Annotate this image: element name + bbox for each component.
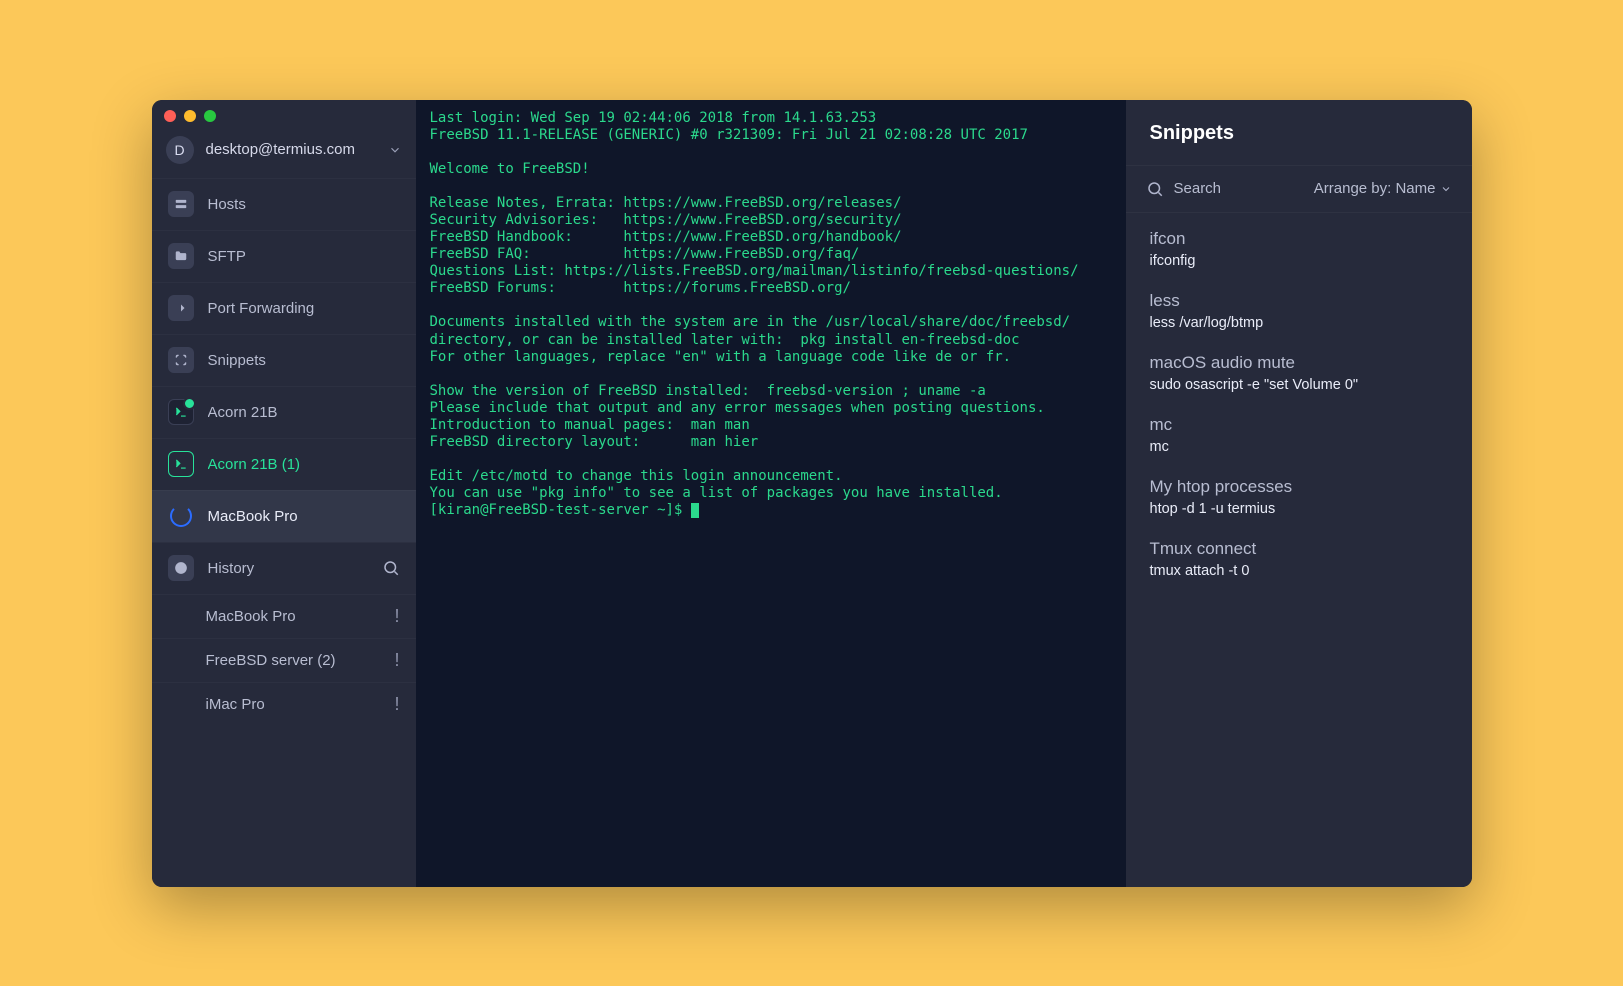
snippet-command: sudo osascript -e "set Volume 0"	[1150, 377, 1448, 393]
panel-toolbar: Search Arrange by: Name	[1126, 166, 1472, 213]
account-label: desktop@termius.com	[206, 141, 376, 158]
port-forwarding-icon	[168, 295, 194, 321]
search-icon[interactable]	[382, 559, 400, 577]
snippet-title: ifcon	[1150, 229, 1448, 249]
nav-label: Snippets	[208, 352, 400, 369]
session-label: Acorn 21B (1)	[208, 456, 400, 473]
alert-icon: !	[394, 694, 399, 715]
snippet-command: ifconfig	[1150, 253, 1448, 269]
snippet-title: mc	[1150, 415, 1448, 435]
nav-label: SFTP	[208, 248, 400, 265]
history-item[interactable]: iMac Pro !	[152, 682, 416, 726]
close-window-button[interactable]	[164, 110, 176, 122]
snippet-title: My htop processes	[1150, 477, 1448, 497]
search-input[interactable]: Search	[1174, 180, 1304, 197]
nav-label: History	[208, 560, 368, 577]
history-item[interactable]: MacBook Pro !	[152, 594, 416, 638]
history-item[interactable]: FreeBSD server (2) !	[152, 638, 416, 682]
session-acorn21b[interactable]: Acorn 21B	[152, 386, 416, 438]
folder-icon	[168, 243, 194, 269]
nav-label: Port Forwarding	[208, 300, 400, 317]
nav-label: Hosts	[208, 196, 400, 213]
avatar-initial: D	[174, 142, 184, 158]
sidebar-item-snippets[interactable]: Snippets	[152, 334, 416, 386]
snippet-title: Tmux connect	[1150, 539, 1448, 559]
terminal-text: Last login: Wed Sep 19 02:44:06 2018 fro…	[430, 110, 1079, 502]
sidebar-item-hosts[interactable]: Hosts	[152, 178, 416, 230]
snippet-item[interactable]: less less /var/log/btmp	[1126, 281, 1472, 343]
window-traffic-lights	[164, 110, 216, 122]
snippets-icon	[168, 347, 194, 373]
snippet-command: less /var/log/btmp	[1150, 315, 1448, 331]
snippets-panel: Snippets Search Arrange by: Name ifconif…	[1126, 100, 1472, 887]
history-label: FreeBSD server (2)	[206, 652, 395, 669]
session-label: Acorn 21B	[208, 404, 400, 421]
snippet-item[interactable]: Tmux connect tmux attach -t 0	[1126, 529, 1472, 591]
chevron-down-icon	[388, 143, 402, 157]
alert-icon: !	[394, 606, 399, 627]
terminal-cursor	[691, 503, 699, 518]
session-label: MacBook Pro	[208, 508, 400, 525]
loading-spinner-icon	[168, 503, 194, 529]
history-label: iMac Pro	[206, 696, 395, 713]
snippet-command: tmux attach -t 0	[1150, 563, 1448, 579]
nav-list: Hosts SFTP Port Forwarding Snippets	[152, 178, 416, 726]
snippet-item[interactable]: macOS audio mute sudo osascript -e "set V…	[1126, 343, 1472, 405]
snippet-title: macOS audio mute	[1150, 353, 1448, 373]
alert-icon: !	[394, 650, 399, 671]
avatar: D	[166, 136, 194, 164]
account-switcher[interactable]: D desktop@termius.com	[152, 128, 416, 178]
terminal-prompt: [kiran@FreeBSD-test-server ~]$	[430, 502, 691, 518]
arrange-by-button[interactable]: Arrange by: Name	[1314, 180, 1452, 197]
panel-title: Snippets	[1126, 100, 1472, 166]
sidebar: D desktop@termius.com Hosts SFTP	[152, 100, 416, 887]
snippet-title: less	[1150, 291, 1448, 311]
hosts-icon	[168, 191, 194, 217]
terminal-output[interactable]: Last login: Wed Sep 19 02:44:06 2018 fro…	[416, 100, 1126, 887]
history-icon	[168, 555, 194, 581]
session-acorn21b-1[interactable]: Acorn 21B (1)	[152, 438, 416, 490]
snippet-item[interactable]: ifcon ifconfig	[1126, 219, 1472, 281]
terminal-icon	[168, 399, 194, 425]
sidebar-item-port-forwarding[interactable]: Port Forwarding	[152, 282, 416, 334]
sidebar-item-sftp[interactable]: SFTP	[152, 230, 416, 282]
snippet-command: mc	[1150, 439, 1448, 455]
session-macbookpro[interactable]: MacBook Pro	[152, 490, 416, 542]
search-icon[interactable]	[1146, 180, 1164, 198]
snippet-list: ifcon ifconfig less less /var/log/btmp macOS…	[1126, 213, 1472, 597]
chevron-down-icon	[1440, 183, 1452, 195]
snippet-command: htop -d 1 -u termius	[1150, 501, 1448, 517]
history-label: MacBook Pro	[206, 608, 395, 625]
app-window: D desktop@termius.com Hosts SFTP	[152, 100, 1472, 887]
snippet-item[interactable]: mc mc	[1126, 405, 1472, 467]
arrange-label: Arrange by: Name	[1314, 180, 1436, 197]
minimize-window-button[interactable]	[184, 110, 196, 122]
zoom-window-button[interactable]	[204, 110, 216, 122]
sidebar-item-history[interactable]: History	[152, 542, 416, 594]
terminal-icon	[168, 451, 194, 477]
snippet-item[interactable]: My htop processes htop -d 1 -u termius	[1126, 467, 1472, 529]
